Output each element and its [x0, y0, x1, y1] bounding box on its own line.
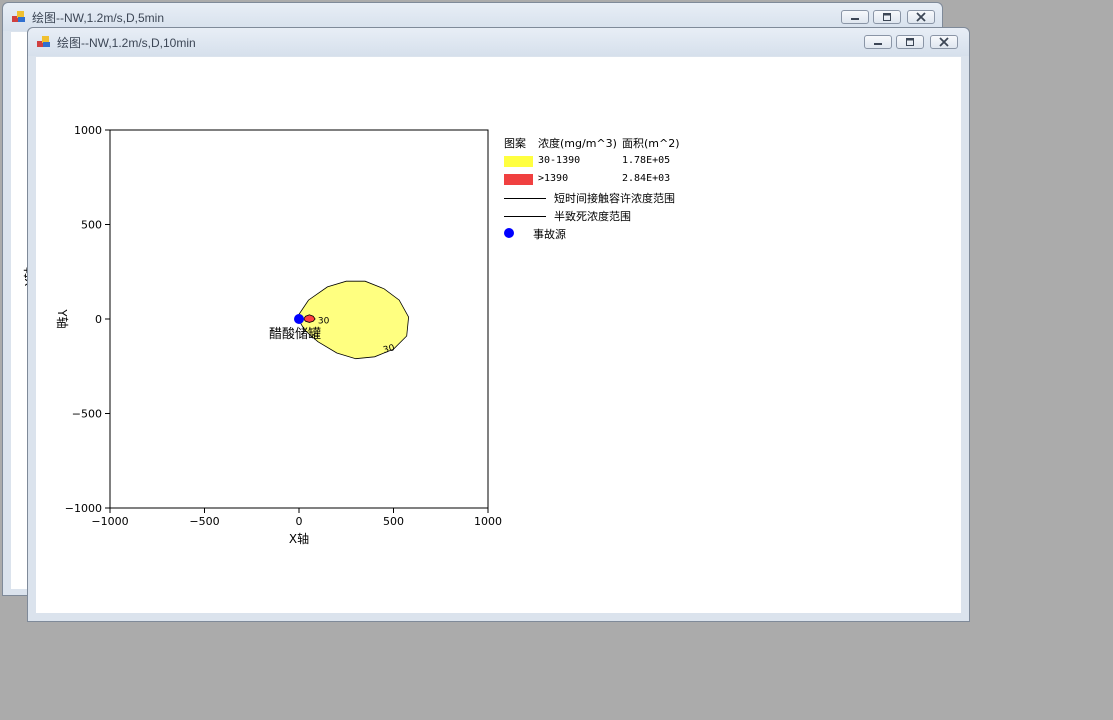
- window-front[interactable]: 绘图--NW,1.2m/s,D,10min 30 30 −1000 −500 0 500 1…: [27, 27, 970, 622]
- minimize-icon: [874, 43, 882, 45]
- legend-range-high: >1390: [538, 173, 569, 184]
- x-tick-label: −1000: [91, 515, 128, 528]
- legend-header-pattern: 图案: [504, 137, 526, 150]
- titlebar-front[interactable]: 绘图--NW,1.2m/s,D,10min: [28, 28, 969, 56]
- y-tick-label: 1000: [74, 124, 102, 137]
- app-icon: [12, 11, 25, 22]
- legend-line-lc50-label: 半致死浓度范围: [554, 210, 631, 223]
- chart-legend: 图案 浓度(mg/m^3) 面积(m^2) 30-1390 1.78E+05 >…: [504, 135, 804, 275]
- minimize-button[interactable]: [841, 10, 869, 24]
- y-tick-label: 0: [95, 313, 102, 326]
- contour-label-inner: 30: [318, 317, 330, 327]
- minimize-icon: [851, 18, 859, 20]
- source-marker: [294, 314, 304, 324]
- close-button[interactable]: [907, 10, 935, 24]
- legend-line-lc50: [504, 216, 546, 217]
- legend-area-high: 2.84E+03: [622, 173, 671, 184]
- maximize-icon: [906, 38, 914, 46]
- maximize-button[interactable]: [873, 10, 901, 24]
- legend-line-stel: [504, 198, 546, 199]
- dispersion-chart: 3030−1000 −500 0 500 100010005000−500−1000X轴…: [55, 124, 502, 546]
- minimize-button[interactable]: [864, 35, 892, 49]
- y-axis-label: Y轴: [55, 308, 70, 328]
- source-label: 醋酸储罐: [269, 326, 321, 342]
- legend-header-concentration: 浓度(mg/m^3): [538, 137, 617, 150]
- x-tick-label: 1000: [474, 515, 502, 528]
- client-area: 30 30 −1000 −500 0 500 1000 1000 500 0 −500 −1000 X轴…: [36, 57, 961, 613]
- app-icon: [37, 36, 50, 47]
- x-tick-label: 0: [296, 515, 303, 528]
- y-tick-label: −1000: [65, 502, 102, 515]
- maximize-button[interactable]: [896, 35, 924, 49]
- window-title: 绘图--NW,1.2m/s,D,5min: [32, 11, 165, 25]
- close-icon: [939, 37, 949, 47]
- series-area-1: [303, 314, 316, 323]
- legend-swatch-low: [504, 156, 533, 167]
- window-title: 绘图--NW,1.2m/s,D,10min: [57, 36, 196, 50]
- close-icon: [916, 12, 926, 22]
- y-tick-label: 500: [81, 219, 102, 232]
- y-tick-label: −500: [72, 408, 102, 421]
- x-tick-label: 500: [383, 515, 404, 528]
- x-tick-label: −500: [189, 515, 219, 528]
- maximize-icon: [883, 13, 891, 21]
- legend-area-low: 1.78E+05: [622, 155, 671, 166]
- legend-source-label: 事故源: [533, 228, 566, 241]
- legend-source-dot: [504, 228, 514, 238]
- legend-header-area: 面积(m^2): [622, 137, 680, 150]
- legend-line-stel-label: 短时间接触容许浓度范围: [554, 192, 675, 205]
- legend-range-low: 30-1390: [538, 155, 581, 166]
- legend-swatch-high: [504, 174, 533, 185]
- x-axis-label: X轴: [289, 531, 309, 546]
- close-button[interactable]: [930, 35, 958, 49]
